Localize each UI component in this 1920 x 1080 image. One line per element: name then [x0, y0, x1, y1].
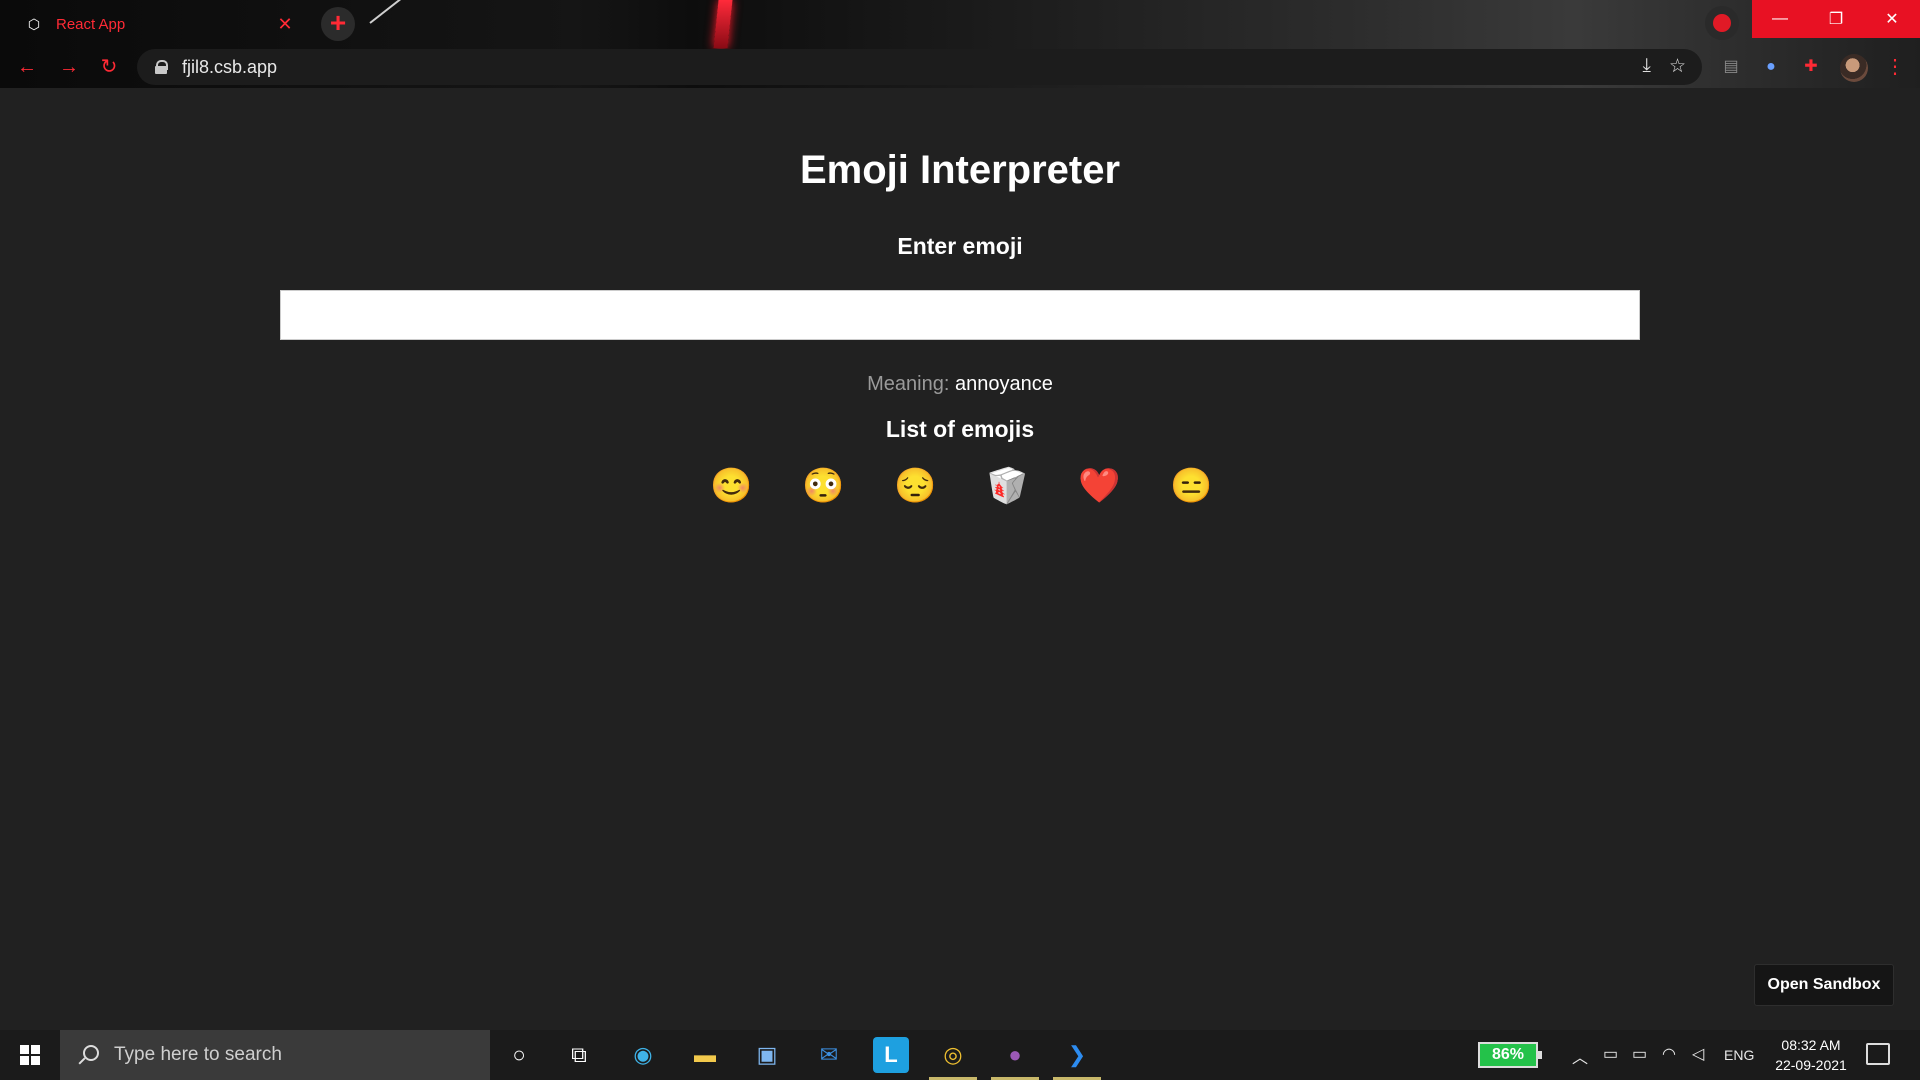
- input-label: Enter emoji: [897, 233, 1023, 259]
- address-bar[interactable]: fjil8.csb.app ⤓ ☆: [137, 49, 1702, 85]
- start-button[interactable]: [0, 1030, 60, 1080]
- emoji-list-heading: List of emojis: [885, 416, 1035, 442]
- cortana-icon[interactable]: ○: [501, 1037, 537, 1073]
- browser-toolbar: ← → ↻ fjil8.csb.app ⤓ ☆ ▤ ● ✚ ⋮: [0, 46, 1920, 88]
- page-content: Emoji Interpreter Enter emoji Meaning: a…: [0, 88, 1920, 1030]
- extensions-puzzle-icon[interactable]: ✚: [1798, 54, 1824, 80]
- reading-list-icon[interactable]: ▤: [1718, 54, 1744, 80]
- bookmark-star-icon[interactable]: ☆: [1669, 55, 1686, 78]
- wifi-icon[interactable]: ◠: [1662, 1044, 1676, 1064]
- windows-logo-icon: [20, 1045, 40, 1065]
- new-tab-button[interactable]: +: [321, 7, 355, 41]
- tab-title: React App: [56, 15, 126, 33]
- restore-button[interactable]: ❐: [1808, 0, 1864, 38]
- volume-icon[interactable]: ◁: [1692, 1044, 1704, 1064]
- install-app-icon[interactable]: ⤓: [1643, 55, 1651, 78]
- lock-icon[interactable]: [155, 60, 168, 74]
- github-desktop-icon[interactable]: ●: [991, 1037, 1039, 1080]
- back-arrow-icon[interactable]: ←: [14, 54, 40, 80]
- emoji-list: 😊 😳 😔 🥡 ❤️ 😑: [0, 466, 1920, 506]
- show-hidden-icons-icon[interactable]: ︿: [1572, 1044, 1588, 1068]
- close-window-button[interactable]: ✕: [1864, 0, 1920, 38]
- emoji-item-takeout-box[interactable]: 🥡: [986, 466, 1028, 506]
- minimize-button[interactable]: —: [1752, 0, 1808, 38]
- battery-tray-icon[interactable]: ▭: [1632, 1044, 1647, 1064]
- chrome-icon[interactable]: ◎: [929, 1037, 977, 1080]
- search-icon: [76, 1043, 100, 1067]
- emoji-item-heart[interactable]: ❤️: [1078, 466, 1120, 506]
- meaning-value: annoyance: [954, 373, 1053, 395]
- app-title: Emoji Interpreter: [799, 148, 1121, 192]
- emoji-input[interactable]: [280, 290, 1640, 340]
- system-clock[interactable]: 08:32 AM 22-09-2021: [1766, 1035, 1856, 1075]
- meaning-label: Meaning:: [867, 373, 950, 395]
- battery-indicator[interactable]: 86%: [1478, 1042, 1542, 1068]
- clock-date: 22-09-2021: [1775, 1057, 1847, 1073]
- profile-avatar[interactable]: [1840, 54, 1868, 82]
- emoji-item-flushed[interactable]: 😳: [802, 466, 844, 506]
- search-placeholder: Type here to search: [114, 1044, 282, 1065]
- emoji-item-expressionless[interactable]: 😑: [1170, 466, 1212, 506]
- language-indicator[interactable]: ENG: [1724, 1047, 1754, 1063]
- emoji-item-smiling[interactable]: 😊: [710, 466, 752, 506]
- record-icon: [1713, 14, 1731, 32]
- store-icon[interactable]: ▣: [749, 1037, 785, 1073]
- meaning-output: Meaning: annoyance: [0, 373, 1920, 396]
- meet-now-icon[interactable]: ▭: [1603, 1044, 1618, 1064]
- reload-icon[interactable]: ↻: [96, 54, 122, 80]
- browser-chrome: ⬡ React App ✕ + — ❐ ✕ ← → ↻ fjil8.csb.ap…: [0, 0, 1920, 88]
- codesandbox-favicon-icon: ⬡: [27, 16, 41, 32]
- l-app-icon[interactable]: L: [873, 1037, 909, 1073]
- taskbar-search[interactable]: Type here to search: [60, 1030, 490, 1080]
- extension-cursor-icon[interactable]: ●: [1758, 54, 1784, 80]
- task-view-icon[interactable]: ⧉: [561, 1037, 597, 1073]
- edge-browser-icon[interactable]: ◉: [625, 1037, 661, 1073]
- menu-kebab-icon[interactable]: ⋮: [1882, 54, 1908, 80]
- media-record-button[interactable]: [1705, 6, 1739, 40]
- clock-time: 08:32 AM: [1781, 1037, 1841, 1053]
- file-explorer-icon[interactable]: ▬: [687, 1037, 723, 1073]
- tab-close-icon[interactable]: ✕: [274, 14, 296, 35]
- browser-tab[interactable]: ⬡ React App ✕: [14, 4, 308, 44]
- window-controls: — ❐ ✕: [1752, 0, 1920, 38]
- vscode-icon[interactable]: ❯: [1053, 1037, 1101, 1080]
- forward-arrow-icon[interactable]: →: [56, 54, 82, 80]
- open-sandbox-button[interactable]: Open Sandbox: [1754, 964, 1894, 1006]
- windows-taskbar: Type here to search ○ ⧉ ◉ ▬ ▣ ✉ L ◎ ● ❯ …: [0, 1030, 1920, 1080]
- url-text[interactable]: fjil8.csb.app: [182, 57, 277, 78]
- emoji-item-pensive[interactable]: 😔: [894, 466, 936, 506]
- mail-icon[interactable]: ✉: [811, 1037, 847, 1073]
- notification-center-icon[interactable]: [1866, 1043, 1890, 1065]
